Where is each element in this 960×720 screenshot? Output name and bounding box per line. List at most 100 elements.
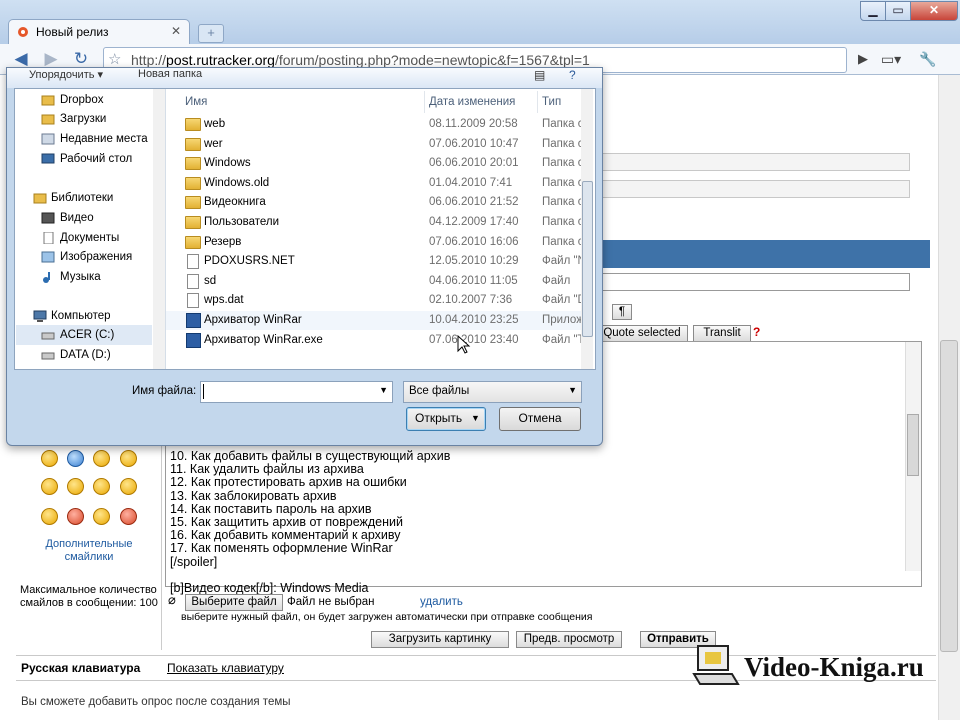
poll-note: Вы сможете добавить опрос после создания… — [21, 696, 291, 708]
quote-selected-button[interactable]: Quote selected — [596, 325, 688, 342]
file-row[interactable]: sd 04.06.2010 11:05 Файл — [166, 272, 581, 291]
page-scroll-thumb[interactable] — [940, 340, 958, 652]
nav-item-video[interactable]: Видео — [60, 212, 94, 224]
tab-close-icon[interactable]: ✕ — [171, 24, 181, 38]
file-list-scrollbar[interactable] — [581, 89, 593, 369]
section-header-bar — [600, 240, 930, 268]
nav-item-recent-places[interactable]: Недавние места — [60, 133, 148, 145]
desktop-icon — [41, 153, 55, 164]
file-type: Файл "TO — [542, 333, 582, 346]
nav-item-documents[interactable]: Документы — [60, 232, 119, 244]
nav-item-downloads[interactable]: Загрузки — [60, 113, 106, 125]
file-type: Папка с ф — [542, 137, 582, 150]
upload-picture-button[interactable]: Загрузить картинку — [371, 631, 509, 648]
bookmark-star-icon[interactable]: ☆ — [108, 50, 121, 68]
tongue-smiley-icon[interactable] — [93, 478, 110, 495]
tab-new-release[interactable]: Новый релиз ✕ — [8, 19, 190, 45]
file-type: Папка с ф — [542, 118, 582, 130]
smilies-panel: Дополнительные смайлики Максимальное кол… — [16, 440, 162, 650]
organize-button[interactable]: Упорядочить ▾ — [29, 68, 103, 81]
editor-scrollbar[interactable] — [905, 342, 921, 571]
video-library-icon — [41, 212, 55, 224]
chevron-down-icon[interactable]: ▼ — [568, 385, 577, 395]
nav-item-pictures[interactable]: Изображения — [60, 251, 132, 263]
choose-file-button[interactable]: Выберите файл — [185, 594, 283, 611]
file-row[interactable]: web 08.11.2009 20:58 Папка с ф — [166, 115, 582, 134]
help-icon[interactable]: ? — [569, 68, 576, 82]
wrench-icon[interactable]: 🔧 — [917, 49, 939, 69]
editor-text: 10. Как добавить файлы в существующий ар… — [170, 449, 451, 596]
file-type-filter[interactable]: Все файлы ▼ — [403, 381, 582, 403]
preview-button[interactable]: Предв. просмотр — [516, 631, 622, 648]
window-close-button[interactable]: ✕ — [910, 1, 958, 21]
pilcrow-button[interactable]: ¶ — [612, 304, 632, 320]
angel-smiley-icon[interactable] — [120, 508, 137, 525]
cancel-button[interactable]: Отмена — [499, 407, 581, 431]
nav-item-drive-c[interactable]: ACER (C:) — [60, 329, 114, 341]
page-menu-icon[interactable]: ▭▾ — [880, 49, 902, 69]
file-row[interactable]: wer 07.06.2010 10:47 Папка с ф — [166, 135, 582, 154]
column-header-date[interactable]: Дата изменения — [429, 96, 515, 108]
new-folder-button[interactable]: Новая папка — [138, 68, 202, 80]
mad-smiley-icon[interactable] — [67, 478, 84, 495]
nav-item-libraries[interactable]: Библиотеки — [51, 192, 113, 204]
file-row[interactable]: Резерв 07.06.2010 16:06 Папка с ф — [166, 233, 582, 252]
help-link[interactable]: ? — [753, 325, 760, 339]
left-arrow-smiley-icon[interactable] — [41, 478, 58, 495]
file-row[interactable]: Архиватор WinRar 10.04.2010 23:25 Приложе — [166, 311, 582, 330]
more-smilies-link[interactable]: Дополнительные смайлики — [30, 538, 148, 564]
show-keyboard-link[interactable]: Показать клавиатуру — [167, 661, 284, 675]
file-list-scroll-thumb[interactable] — [582, 181, 593, 337]
column-header-name[interactable]: Имя — [185, 96, 207, 108]
nav-item-dropbox[interactable]: Dropbox — [60, 94, 103, 106]
file-row[interactable]: Видеокнига 06.06.2010 21:52 Папка с ф — [166, 193, 582, 212]
file-row[interactable]: Windows 06.06.2010 20:01 Папка с ф — [166, 154, 582, 173]
new-tab-button[interactable]: + — [198, 24, 224, 43]
attachment-paperclip-icon: ⌀ — [168, 592, 176, 607]
open-options-chevron-icon[interactable]: ▼ — [471, 408, 480, 429]
fire-smiley-icon[interactable] — [67, 508, 84, 525]
file-row[interactable]: PDOXUSRS.NET 12.05.2010 10:29 Файл "NE — [166, 252, 582, 271]
smiley-icon[interactable] — [41, 450, 58, 467]
translit-button[interactable]: Translit — [693, 325, 751, 342]
watermark-text: Video-Kniga.ru — [744, 652, 924, 682]
navigation-scrollbar[interactable] — [153, 89, 166, 369]
view-options-icon[interactable]: ▤ — [534, 68, 545, 82]
nav-item-computer[interactable]: Компьютер — [51, 310, 111, 322]
column-header-type[interactable]: Тип — [542, 96, 561, 108]
folder-icon — [185, 196, 201, 210]
nav-item-desktop[interactable]: Рабочий стол — [60, 153, 132, 165]
editor-scroll-thumb[interactable] — [907, 414, 919, 476]
form-field[interactable] — [600, 153, 910, 171]
folder-icon — [185, 137, 201, 151]
surprised-smiley-icon[interactable] — [41, 508, 58, 525]
chevron-down-icon[interactable]: ▼ — [379, 385, 388, 395]
nav-item-drive-d[interactable]: DATA (D:) — [60, 349, 111, 361]
file-row[interactable]: Пользователи 04.12.2009 17:40 Папка с ф — [166, 213, 582, 232]
file-name: wer — [204, 137, 223, 150]
cool-smiley-icon[interactable] — [120, 478, 137, 495]
nav-item-music[interactable]: Музыка — [60, 271, 101, 283]
file-row[interactable]: Архиватор WinRar.exe 07.06.2010 23:40 Файл… — [166, 331, 582, 350]
open-button[interactable]: Открыть ▼ — [406, 407, 486, 431]
delete-attachment-link[interactable]: удалить — [420, 596, 463, 608]
question-smiley-icon[interactable] — [67, 450, 84, 467]
file-row[interactable]: wps.dat 02.10.2007 7:36 Файл "DA — [166, 291, 582, 310]
maximize-button[interactable]: ▭ — [885, 1, 911, 21]
form-field[interactable] — [600, 180, 910, 198]
back-icon[interactable]: ◀ — [10, 49, 32, 69]
minimize-button[interactable]: ▁ — [860, 1, 886, 21]
file-row[interactable]: Windows.old 01.04.2010 7:41 Папка с ф — [166, 174, 582, 193]
topic-title-input[interactable] — [600, 273, 910, 291]
idea-smiley-icon[interactable] — [93, 450, 110, 467]
reload-icon[interactable]: ↻ — [70, 49, 92, 69]
grin-smiley-icon[interactable] — [93, 508, 110, 525]
forward-icon[interactable]: ▶ — [40, 49, 62, 69]
url-text: http://post.rutracker.org/forum/posting.… — [131, 52, 590, 68]
arrow-smiley-icon[interactable] — [120, 450, 137, 467]
computer-icon — [33, 310, 47, 322]
file-name: Архиватор WinRar.exe — [204, 333, 323, 346]
go-icon[interactable]: ▶ — [852, 49, 874, 69]
file-name: wps.dat — [204, 294, 244, 307]
filename-input[interactable]: ▼ — [200, 381, 393, 403]
